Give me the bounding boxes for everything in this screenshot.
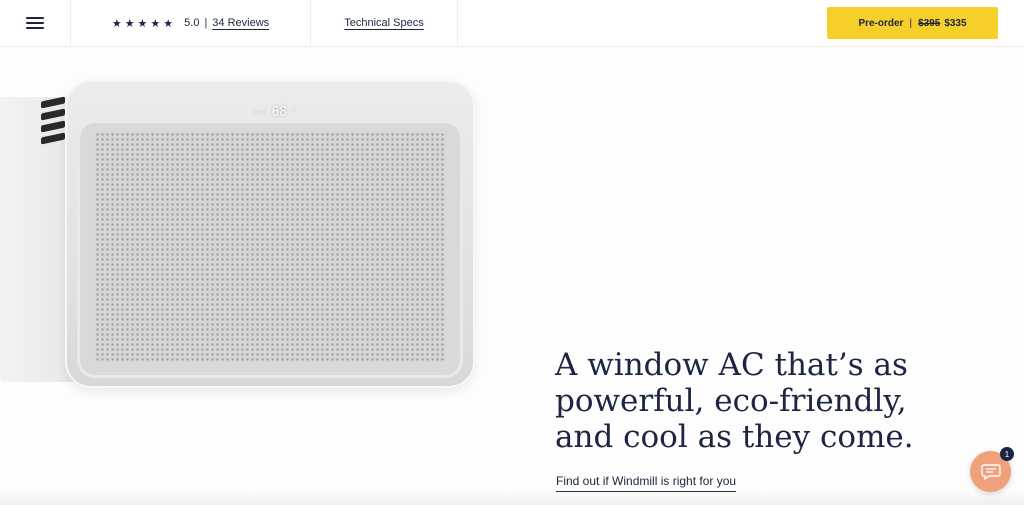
- rating-separator: |: [204, 17, 208, 29]
- old-price: $395: [918, 17, 941, 29]
- top-nav: ★★★★★ 5.0 | 34 Reviews Technical Specs P…: [0, 0, 1024, 47]
- side-vent: [41, 132, 65, 145]
- ac-temperature-value: 68: [271, 104, 288, 120]
- ac-temperature-display: cool 68 °: [253, 102, 313, 122]
- hero-headline: A window AC that’s as powerful, eco-frie…: [555, 347, 914, 455]
- chat-bubble-icon: [980, 463, 1001, 480]
- ac-grille: [95, 132, 445, 362]
- preorder-separator: |: [909, 17, 913, 29]
- specs-cell: Technical Specs: [311, 0, 458, 46]
- ac-front-frame: [77, 120, 463, 378]
- chat-notification-badge: 1: [1000, 447, 1014, 461]
- preorder-button[interactable]: Pre-order | $395 $335: [827, 7, 998, 39]
- rating-value: 5.0: [184, 17, 200, 29]
- side-vent: [41, 96, 65, 109]
- side-vent: [41, 108, 65, 121]
- bottom-fade: [0, 490, 1024, 505]
- reviews-summary: ★★★★★ 5.0 | 34 Reviews: [71, 0, 311, 46]
- new-price: $335: [944, 17, 967, 29]
- menu-button[interactable]: [0, 0, 71, 46]
- side-vent: [41, 120, 65, 133]
- reviews-link[interactable]: 34 Reviews: [212, 17, 269, 29]
- ac-mode-label: cool: [253, 108, 268, 116]
- ac-temperature-unit: °: [291, 108, 296, 116]
- preorder-label: Pre-order: [858, 17, 904, 29]
- ac-unit-image: cool 68 °: [65, 80, 475, 388]
- technical-specs-link[interactable]: Technical Specs: [344, 17, 424, 29]
- star-rating-icons: ★★★★★: [111, 17, 177, 30]
- hamburger-icon: [26, 17, 44, 29]
